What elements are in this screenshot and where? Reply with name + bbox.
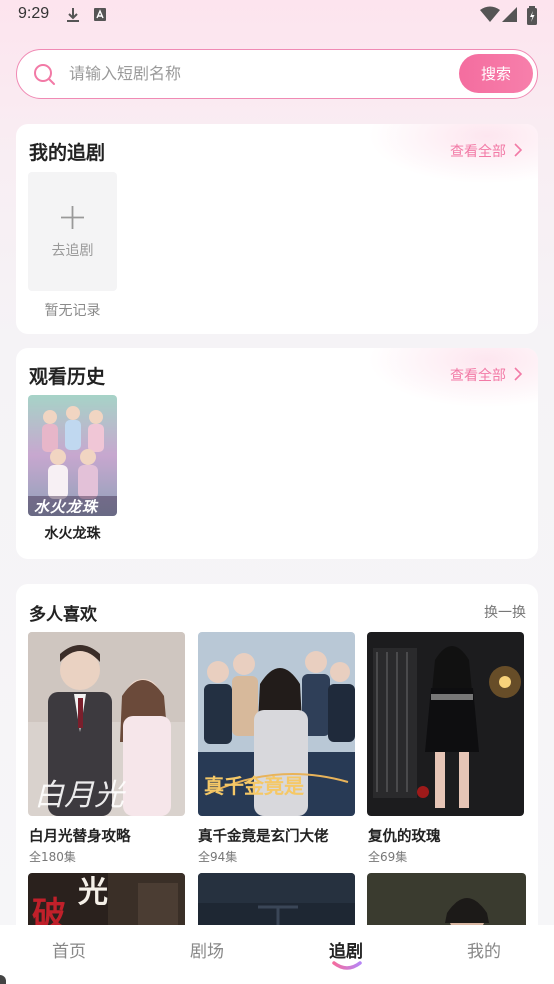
active-tab-indicator xyxy=(332,961,362,970)
popular-item-3-title[interactable]: 复仇的玫瑰 xyxy=(368,825,441,846)
history-poster[interactable]: 水火龙珠 xyxy=(28,395,117,516)
popular-poster-2-text: 真千金竟是 xyxy=(204,774,304,798)
add-follow-label: 去追剧 xyxy=(51,243,94,259)
popular-poster-4-text-2: 光 xyxy=(78,875,108,910)
popular-poster-1[interactable]: 白月光 xyxy=(28,632,185,816)
tab-mine[interactable]: 我的 xyxy=(467,937,501,962)
popular-item-3-episodes: 全69集 xyxy=(368,850,408,864)
popular-title: 多人喜欢 xyxy=(29,605,97,625)
popular-item-1-episodes: 全180集 xyxy=(29,850,76,864)
chevron-right-icon[interactable] xyxy=(514,143,522,157)
search-button[interactable]: 搜索 xyxy=(459,54,533,93)
bottom-tab-bar: 首页 剧场 追剧 我的 xyxy=(0,925,554,984)
status-bar: 9:29 xyxy=(0,0,554,32)
tab-theater[interactable]: 剧场 xyxy=(190,937,224,962)
plus-icon xyxy=(61,206,84,229)
popular-poster-3[interactable] xyxy=(367,632,524,816)
popular-item-2-title[interactable]: 真千金竟是玄门大佬 xyxy=(198,825,329,846)
tab-follows[interactable]: 追剧 xyxy=(329,937,363,962)
text-a-icon xyxy=(94,8,106,21)
battery-icon xyxy=(527,6,537,25)
history-view-all-link[interactable]: 查看全部 xyxy=(450,365,506,385)
history-item-title[interactable]: 水火龙珠 xyxy=(28,523,117,543)
my-follows-title: 我的追剧 xyxy=(29,142,106,164)
status-time: 9:29 xyxy=(18,5,50,22)
popular-item-1-title[interactable]: 白月光替身攻略 xyxy=(29,825,131,846)
my-follows-view-all-link[interactable]: 查看全部 xyxy=(450,141,506,161)
tab-home[interactable]: 首页 xyxy=(52,937,86,962)
search-bar[interactable]: 搜索 xyxy=(16,49,538,99)
history-poster-text: 水火龙珠 xyxy=(34,498,99,516)
signal-icon xyxy=(502,7,517,22)
wifi-icon xyxy=(480,6,500,22)
refresh-button[interactable]: 换一换 xyxy=(484,602,526,622)
popular-item-2-episodes: 全94集 xyxy=(198,850,238,864)
search-input[interactable] xyxy=(69,50,449,97)
download-icon xyxy=(67,8,79,22)
watch-history-title: 观看历史 xyxy=(29,366,106,388)
popular-poster-1-text: 白月光 xyxy=(34,778,124,813)
chevron-right-icon[interactable] xyxy=(514,367,522,381)
empty-state-text: 暂无记录 xyxy=(44,303,101,319)
add-follow-button[interactable]: 去追剧 xyxy=(28,172,117,291)
search-icon xyxy=(34,64,55,85)
my-follows-card: 我的追剧 查看全部 去追剧 暂无记录 xyxy=(16,124,538,334)
watch-history-card: 观看历史 查看全部 水火龙珠 水火龙珠 xyxy=(16,348,538,559)
popular-poster-2[interactable]: 真千金竟是 xyxy=(198,632,355,816)
popular-card: 多人喜欢 换一换 白月光 白月光替身攻略 全180集 真千金竟是 真千金竟是玄门… xyxy=(16,584,538,944)
